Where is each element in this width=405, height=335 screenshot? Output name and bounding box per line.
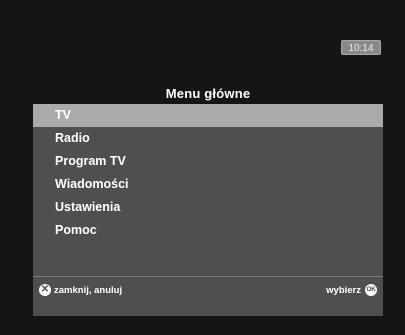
close-hint[interactable]: ✕ zamknij, anuluj: [39, 283, 122, 297]
main-menu-list: TV Radio Program TV Wiadomości Ustawieni…: [33, 104, 383, 242]
menu-item-radio[interactable]: Radio: [33, 127, 383, 150]
menu-item-program-tv[interactable]: Program TV: [33, 150, 383, 173]
close-x-icon: ✕: [39, 284, 51, 296]
clock: 10:14: [341, 40, 381, 55]
select-hint[interactable]: wybierz OK: [326, 283, 377, 297]
select-hint-label: wybierz: [326, 284, 361, 296]
close-hint-label: zamknij, anuluj: [54, 284, 123, 296]
menu-item-ustawienia[interactable]: Ustawienia: [33, 196, 383, 219]
tv-screen: 10:14 Menu główne TV Radio Program TV Wi…: [0, 0, 405, 335]
menu-item-tv[interactable]: TV: [33, 104, 383, 127]
ok-icon: OK: [365, 284, 377, 296]
menu-item-wiadomosci[interactable]: Wiadomości: [33, 173, 383, 196]
main-menu-panel: TV Radio Program TV Wiadomości Ustawieni…: [33, 104, 383, 316]
menu-item-pomoc[interactable]: Pomoc: [33, 219, 383, 242]
menu-title: Menu główne: [165, 86, 251, 101]
footer-divider: [33, 276, 383, 277]
